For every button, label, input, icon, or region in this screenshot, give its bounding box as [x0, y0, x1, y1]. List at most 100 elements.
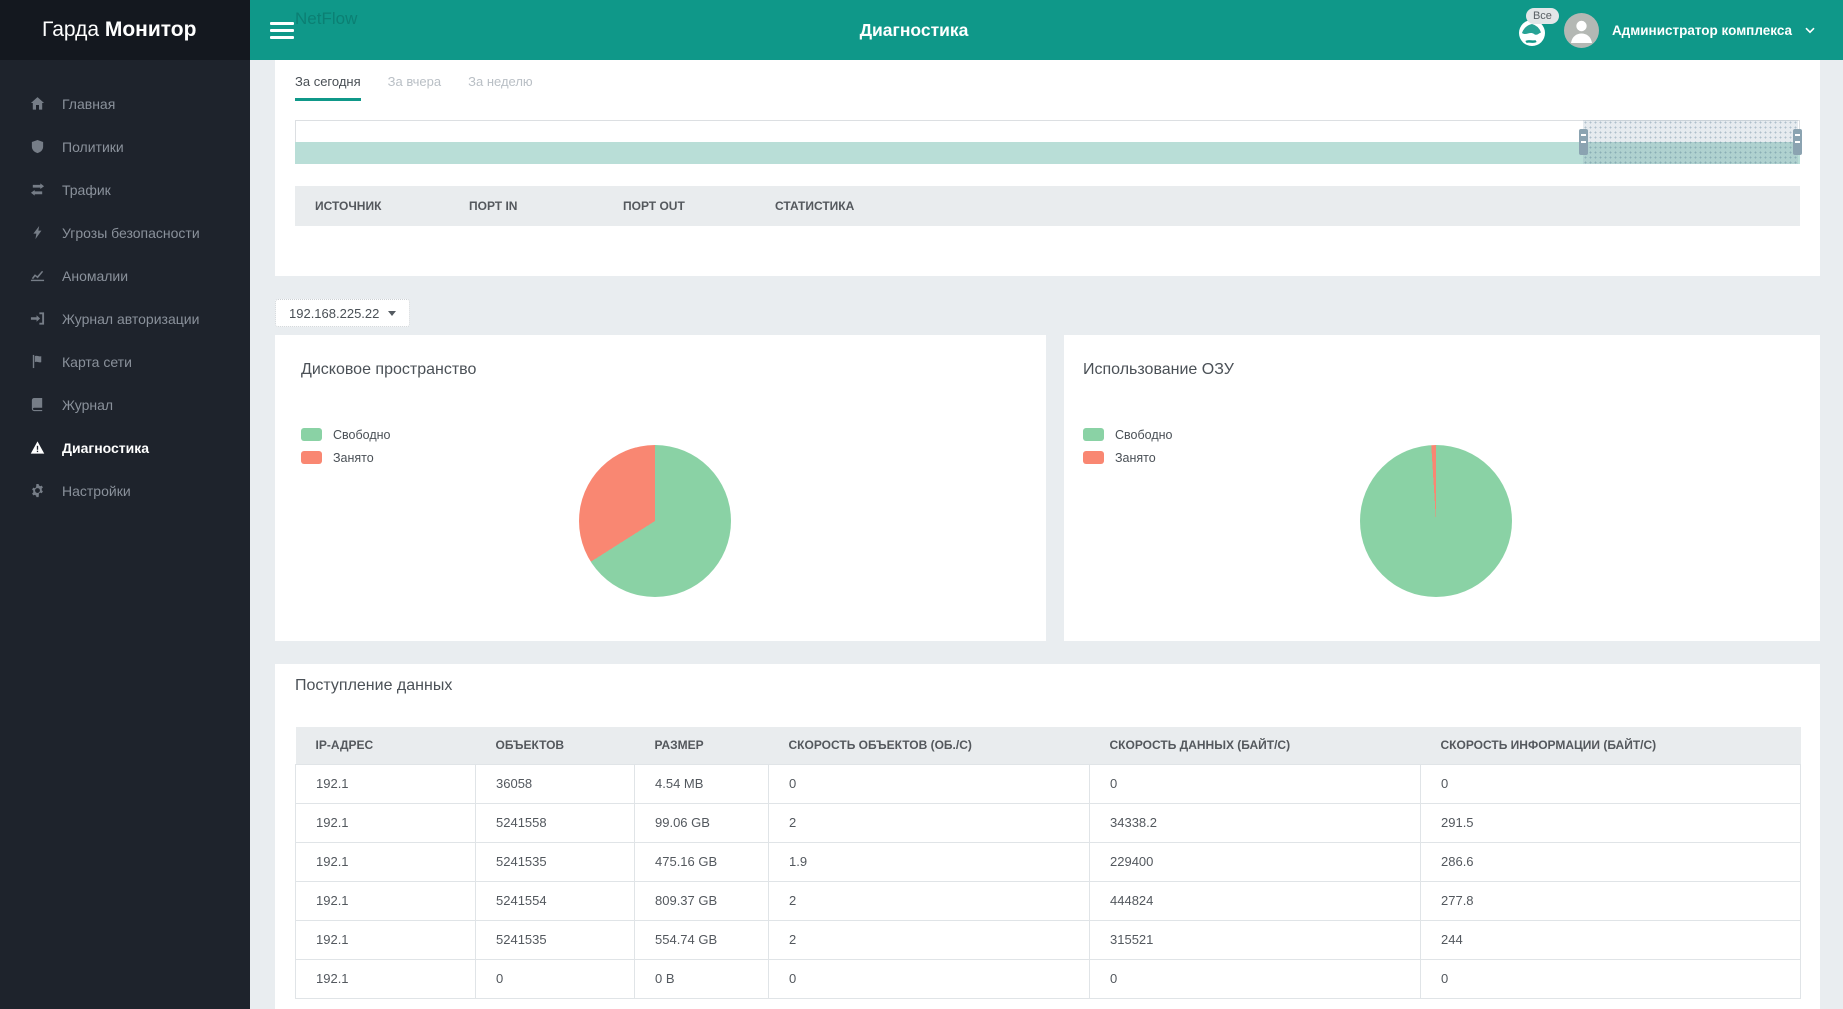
book-icon — [27, 397, 47, 413]
tab-today[interactable]: За сегодня — [295, 74, 361, 101]
ram-usage-legend: Свободно Занято — [1083, 423, 1172, 469]
table-row: 192.1 5241535 475.16 GB 1.9 229400 286.6 — [295, 841, 1801, 882]
cell-data-rate: 34338.2 — [1089, 802, 1421, 843]
disk-space-pie-chart — [579, 445, 731, 597]
sidebar-item-traffic[interactable]: Трафик — [0, 168, 250, 211]
warning-triangle-icon — [27, 440, 47, 456]
cell-ip: 192.1 — [295, 919, 476, 960]
page-title: Диагностика — [859, 20, 969, 40]
sidebar-item-label: Трафик — [62, 181, 111, 198]
user-menu[interactable]: Администратор комплекса — [1612, 23, 1792, 38]
legend-item-used: Занято — [1083, 446, 1172, 469]
cell-size: 475.16 GB — [634, 841, 769, 882]
legend-label-used: Занято — [333, 450, 374, 465]
sidebar-item-label: Угрозы безопасности — [62, 224, 200, 241]
sidebar-item-journal[interactable]: Журнал — [0, 383, 250, 426]
time-range-track-bottom — [295, 142, 1800, 164]
cell-info-rate: 291.5 — [1420, 802, 1801, 843]
cell-size: 554.74 GB — [634, 919, 769, 960]
data-ingest-table: IP-АДРЕС ОБЪЕКТОВ РАЗМЕР СКОРОСТЬ ОБЪЕКТ… — [295, 727, 1801, 999]
notifications-globe[interactable]: Все — [1517, 8, 1559, 50]
cell-ip: 192.1 — [295, 958, 476, 999]
hamburger-menu-icon[interactable] — [270, 22, 294, 39]
sidebar-item-label: Журнал авторизации — [62, 310, 200, 327]
table-row: 192.1 0 0 B000 — [295, 958, 1801, 999]
map-flag-icon — [27, 354, 47, 370]
header-right-cluster: Все Администратор комплекса — [1517, 0, 1815, 60]
brand-bold: Монитор — [104, 18, 197, 41]
time-range-handle-left[interactable] — [1579, 129, 1588, 155]
cell-ip: 192.1 — [295, 880, 476, 921]
cell-object-rate: 2 — [768, 919, 1090, 960]
cell-objects: 5241558 — [475, 802, 635, 843]
flow-col-port-in: ПОРТ IN — [469, 199, 518, 213]
time-range-handle-right[interactable] — [1793, 129, 1802, 155]
legend-item-used: Занято — [301, 446, 390, 469]
source-select[interactable]: 192.168.225.22 — [275, 299, 411, 327]
top-header: NetFlow Диагностика Все Администратор ко… — [250, 0, 1843, 60]
time-range-selection[interactable] — [1579, 120, 1802, 164]
legend-label-free: Свободно — [333, 427, 391, 442]
sidebar-item-label: Аномалии — [62, 267, 129, 284]
avatar[interactable] — [1563, 12, 1599, 48]
cell-objects: 0 — [475, 958, 635, 999]
sign-in-icon — [27, 311, 47, 327]
ram-usage-pie-chart — [1360, 445, 1512, 597]
sidebar: Гарда Монитор Главная Политики Трафик Уг… — [0, 0, 250, 1009]
sidebar-item-home[interactable]: Главная — [0, 82, 250, 125]
cell-objects: 5241554 — [475, 880, 635, 921]
legend-swatch-used — [301, 451, 322, 464]
sidebar-item-label: Журнал — [62, 396, 114, 413]
cell-info-rate: 244 — [1420, 919, 1801, 960]
flow-table-header: ИСТОЧНИК ПОРТ IN ПОРТ OUT СТАТИСТИКА — [295, 186, 1800, 226]
sidebar-item-network-map[interactable]: Карта сети — [0, 340, 250, 383]
cell-object-rate: 1.9 — [768, 841, 1090, 882]
table-row: 192.1 5241535 554.74 GB 2 315521 244 — [295, 919, 1801, 960]
col-size: РАЗМЕР — [634, 727, 769, 764]
sidebar-item-label: Главная — [62, 95, 116, 112]
cell-object-rate: 0 — [768, 763, 1090, 804]
sidebar-item-auth-log[interactable]: Журнал авторизации — [0, 297, 250, 340]
sidebar-item-policies[interactable]: Политики — [0, 125, 250, 168]
tab-yesterday[interactable]: За вчера — [388, 74, 441, 101]
user-icon — [1570, 20, 1592, 43]
cell-data-rate: 0 — [1089, 763, 1421, 804]
ghost-section-title: NetFlow — [295, 9, 358, 28]
bolt-icon — [27, 225, 47, 241]
ram-usage-title: Использование ОЗУ — [1083, 361, 1234, 378]
cell-object-rate: 0 — [768, 958, 1090, 999]
cell-object-rate: 2 — [768, 802, 1090, 843]
cell-objects: 5241535 — [475, 919, 635, 960]
col-objects: ОБЪЕКТОВ — [475, 727, 635, 764]
cell-size: 809.37 GB — [634, 880, 769, 921]
table-row: 192.1 5241554 809.37 GB 2 444824 277.8 — [295, 880, 1801, 921]
caret-down-icon — [388, 310, 397, 316]
sidebar-item-anomalies[interactable]: Аномалии — [0, 254, 250, 297]
col-object-rate: СКОРОСТЬ ОБЪЕКТОВ (ОБ./С) — [768, 727, 1090, 764]
gear-icon — [27, 483, 47, 499]
sidebar-item-threats[interactable]: Угрозы безопасности — [0, 211, 250, 254]
chevron-down-icon[interactable] — [1805, 27, 1815, 34]
flow-col-port-out: ПОРТ OUT — [623, 199, 685, 213]
cell-data-rate: 315521 — [1089, 919, 1421, 960]
cell-ip: 192.1 — [295, 802, 476, 843]
time-range-track-top — [295, 120, 1800, 142]
cell-size: 99.06 GB — [634, 802, 769, 843]
sidebar-item-diagnostics[interactable]: Диагностика — [0, 426, 250, 469]
time-range-slider[interactable] — [295, 120, 1802, 164]
disk-space-card: Дисковое пространство Свободно Занято — [275, 335, 1046, 641]
data-ingest-card: Поступление данных IP-АДРЕС ОБЪЕКТОВ РАЗ… — [275, 664, 1820, 1009]
disk-space-title: Дисковое пространство — [301, 361, 477, 378]
traffic-arrows-icon — [27, 182, 47, 198]
flow-col-statistics: СТАТИСТИКА — [775, 199, 855, 213]
legend-item-free: Свободно — [1083, 423, 1172, 446]
cell-ip: 192.1 — [295, 841, 476, 882]
sidebar-item-settings[interactable]: Настройки — [0, 469, 250, 512]
cell-data-rate: 229400 — [1089, 841, 1421, 882]
cell-info-rate: 0 — [1420, 763, 1801, 804]
tab-week[interactable]: За неделю — [468, 74, 533, 101]
legend-item-free: Свободно — [301, 423, 390, 446]
sidebar-item-label: Диагностика — [62, 439, 150, 456]
cell-objects: 5241535 — [475, 841, 635, 882]
col-data-rate: СКОРОСТЬ ДАННЫХ (БАЙТ/С) — [1089, 727, 1421, 764]
